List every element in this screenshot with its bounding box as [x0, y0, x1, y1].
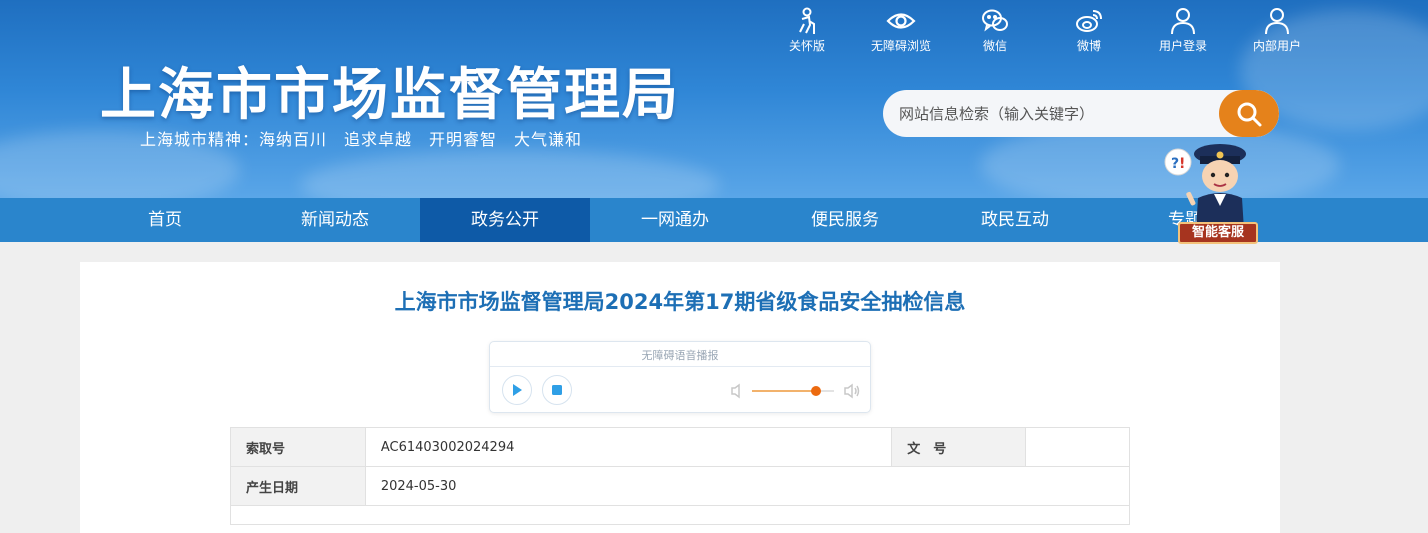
date-label: 产生日期: [230, 466, 366, 506]
cloud-decoration: [300, 150, 720, 198]
smart-assistant-label[interactable]: 智能客服: [1178, 222, 1258, 244]
top-link-label: 微博: [1076, 39, 1101, 53]
nav-item-public-service[interactable]: 便民服务: [760, 198, 930, 242]
nav-item-one-network[interactable]: 一网通办: [590, 198, 760, 242]
search-box: [883, 90, 1279, 137]
weibo-icon: [1076, 10, 1102, 32]
article-panel: 上海市市场监督管理局2024年第17期省级食品安全抽检信息 无障碍语音播报 索取…: [80, 262, 1280, 533]
index-number-label: 索取号: [230, 427, 366, 467]
police-mascot-icon: ? !: [1164, 144, 1246, 230]
search-input[interactable]: [883, 90, 1223, 137]
nav-item-interaction[interactable]: 政民互动: [930, 198, 1100, 242]
top-link-weibo[interactable]: 微博: [1042, 6, 1136, 54]
top-link-label: 微信: [982, 39, 1007, 53]
search-button[interactable]: [1219, 90, 1279, 137]
nav-item-government-affairs[interactable]: 政务公开: [420, 198, 590, 242]
stop-button[interactable]: [542, 375, 572, 405]
site-title[interactable]: 上海市市场监督管理局: [100, 50, 680, 131]
player-divider: [490, 366, 870, 367]
table-row: 产生日期 2024-05-30: [230, 466, 1131, 506]
top-link-label: 用户登录: [1158, 39, 1207, 53]
search-icon: [1237, 102, 1262, 126]
elderly-care-icon: [799, 7, 815, 34]
top-link-accessibility[interactable]: 无障碍浏览: [854, 6, 948, 54]
wechat-icon: [982, 9, 1008, 32]
top-link-care-mode[interactable]: 关怀版: [760, 6, 854, 54]
site-slogan: 上海城市精神：海纳百川 追求卓越 开明睿智 大气谦和: [140, 130, 583, 149]
article-title: 上海市市场监督管理局2024年第17期省级食品安全抽检信息: [394, 290, 966, 314]
user-icon: [1265, 8, 1289, 35]
stop-icon: [552, 385, 562, 395]
top-link-user-login[interactable]: 用户登录: [1136, 6, 1230, 54]
table-row: 索取号 AC61403002024294 文 号: [230, 427, 1130, 467]
volume-slider-handle[interactable]: [811, 386, 821, 396]
top-link-internal-user[interactable]: 内部用户: [1230, 6, 1324, 54]
svg-text:?: ?: [1171, 156, 1179, 172]
table-row: [230, 505, 1130, 525]
date-value: 2024-05-30: [364, 466, 1131, 506]
document-number-label: 文 号: [891, 427, 1027, 467]
top-link-label: 无障碍浏览: [870, 39, 931, 53]
voice-player: 无障碍语音播报: [489, 341, 871, 413]
nav-item-news[interactable]: 新闻动态: [250, 198, 420, 242]
info-table: 索取号 AC61403002024294 文 号 产生日期 2024-05-30: [230, 427, 1131, 525]
top-links: 关怀版 无障碍浏览 微信 微博 用户登录 内部用户: [760, 6, 1324, 54]
top-link-label: 内部用户: [1252, 39, 1301, 53]
index-number-value: AC61403002024294: [364, 427, 893, 467]
top-link-label: 关怀版: [788, 39, 825, 53]
top-link-wechat[interactable]: 微信: [948, 6, 1042, 54]
user-icon: [1171, 8, 1195, 35]
volume-high-icon[interactable]: [843, 383, 861, 399]
play-button[interactable]: [502, 375, 532, 405]
player-label: 无障碍语音播报: [641, 349, 719, 362]
smart-assistant[interactable]: ? ! 智能客服: [1160, 140, 1260, 248]
nav-item-home[interactable]: 首页: [80, 198, 250, 242]
svg-text:!: !: [1179, 156, 1185, 172]
volume-low-icon[interactable]: [730, 383, 744, 399]
document-number-value: [1025, 427, 1130, 467]
eye-icon: [886, 13, 916, 29]
table-empty-row: [230, 505, 1130, 525]
play-icon: [513, 384, 522, 396]
